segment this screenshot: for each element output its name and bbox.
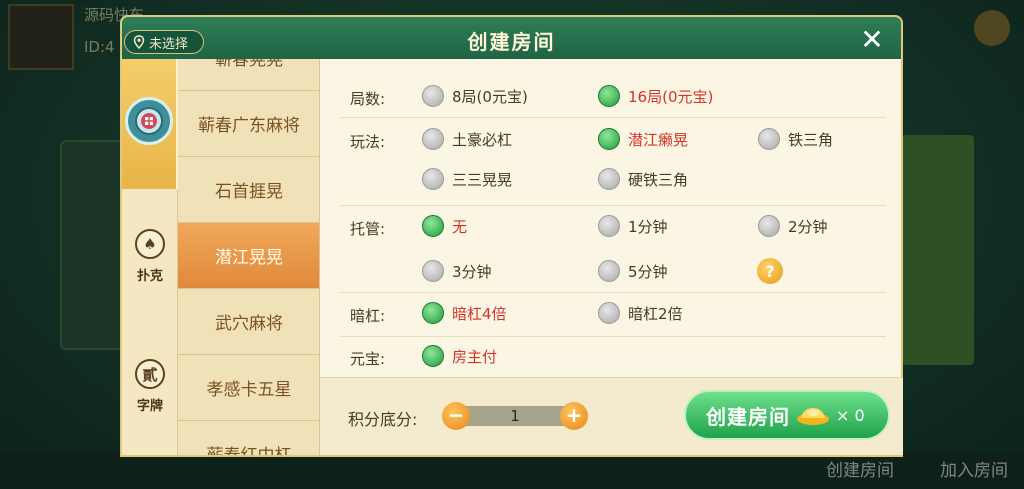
plus-button[interactable]: + xyxy=(560,402,588,430)
radio-checked-icon xyxy=(422,302,444,324)
game-item[interactable]: 蕲春红中杠 xyxy=(178,421,319,455)
rounds-option-16[interactable]: 16局(0元宝) xyxy=(598,85,713,107)
game-item[interactable]: 蕲春广东麻将 xyxy=(178,91,319,157)
tab-poker-label: 扑克 xyxy=(136,269,163,284)
radio-icon xyxy=(598,215,620,237)
radio-icon xyxy=(422,128,444,150)
hosting-option[interactable]: 2分钟 xyxy=(758,215,828,237)
hosting-label: 托管: xyxy=(350,220,386,238)
play-option[interactable]: 土豪必杠 xyxy=(422,128,512,150)
ingot-option[interactable]: 房主付 xyxy=(422,345,497,367)
divider xyxy=(340,205,886,206)
play-option[interactable]: 硬铁三角 xyxy=(598,168,688,190)
score-value: 1 xyxy=(464,406,566,426)
radio-icon xyxy=(422,260,444,282)
rounds-option-8[interactable]: 8局(0元宝) xyxy=(422,85,528,107)
hosting-option[interactable]: 3分钟 xyxy=(422,260,492,282)
dialog-body: ♠ 扑克 貳 字牌 蕲春晃晃 蕲春广东麻将 石首捱晃 潜江晃晃 武穴麻将 孝感卡… xyxy=(120,59,903,457)
dialog-footer: 积分底分: 1 − + 创建房间 × 0 xyxy=(320,377,903,455)
dialog-title: 创建房间 xyxy=(467,30,556,54)
help-icon[interactable]: ? xyxy=(757,258,783,284)
game-item-selected[interactable]: 潜江晃晃 xyxy=(178,223,319,289)
radio-icon xyxy=(422,168,444,190)
radio-icon xyxy=(598,260,620,282)
game-list: 蕲春晃晃 蕲春广东麻将 石首捱晃 潜江晃晃 武穴麻将 孝感卡五星 蕲春红中杠 xyxy=(178,59,320,455)
radio-icon xyxy=(758,128,780,150)
play-option[interactable]: 三三晃晃 xyxy=(422,168,512,190)
score-stepper: 1 − + xyxy=(442,402,588,430)
game-item[interactable]: 蕲春晃晃 xyxy=(178,59,319,91)
radio-icon xyxy=(598,168,620,190)
gold-ingot-icon xyxy=(797,408,829,425)
create-room-button[interactable]: 创建房间 × 0 xyxy=(684,390,890,440)
angang-option[interactable]: 暗杠4倍 xyxy=(422,302,507,324)
angang-option[interactable]: 暗杠2倍 xyxy=(598,302,683,324)
ingot-count: × 0 xyxy=(836,405,865,425)
category-tabs: ♠ 扑克 貳 字牌 xyxy=(122,59,178,455)
character-tile-icon: 貳 xyxy=(135,359,165,389)
close-icon: ✕ xyxy=(860,23,884,56)
create-room-dialog: 未选择 创建房间 ✕ ♠ 扑克 貳 字牌 蕲春晃晃 蕲春广东麻将 石首捱晃 潜江… xyxy=(120,15,903,457)
play-option[interactable]: 铁三角 xyxy=(758,128,833,150)
radio-icon xyxy=(758,215,780,237)
tab-poker[interactable]: ♠ 扑克 xyxy=(122,229,178,309)
play-option[interactable]: 潜江癞晃 xyxy=(598,128,688,150)
tab-mahjong[interactable] xyxy=(122,59,178,189)
hosting-option[interactable]: 1分钟 xyxy=(598,215,668,237)
divider xyxy=(340,117,886,118)
mahjong-badge-icon xyxy=(125,97,173,145)
ingot-label: 元宝: xyxy=(350,350,386,368)
spade-icon: ♠ xyxy=(135,229,165,259)
play-label: 玩法: xyxy=(350,133,386,151)
room-options: 局数: 8局(0元宝) 16局(0元宝) 玩法: 土豪必杠 潜江癞晃 铁三角 三… xyxy=(340,59,886,369)
game-item[interactable]: 孝感卡五星 xyxy=(178,355,319,421)
rounds-label: 局数: xyxy=(350,90,386,108)
radio-checked-icon xyxy=(598,128,620,150)
tab-zipai[interactable]: 貳 字牌 xyxy=(122,359,178,439)
score-label: 积分底分: xyxy=(348,410,418,429)
hosting-option[interactable]: 5分钟 xyxy=(598,260,668,282)
angang-label: 暗杠: xyxy=(350,307,386,325)
radio-checked-icon xyxy=(422,215,444,237)
tab-zipai-label: 字牌 xyxy=(136,399,163,414)
game-item[interactable]: 武穴麻将 xyxy=(178,289,319,355)
minus-button[interactable]: − xyxy=(442,402,470,430)
radio-icon xyxy=(422,85,444,107)
divider xyxy=(340,336,886,337)
close-button[interactable]: ✕ xyxy=(857,25,887,55)
game-item[interactable]: 石首捱晃 xyxy=(178,157,319,223)
create-room-label: 创建房间 xyxy=(706,404,790,429)
hosting-option[interactable]: 无 xyxy=(422,215,467,237)
dialog-title-bar: 未选择 创建房间 ✕ xyxy=(120,15,903,61)
radio-checked-icon xyxy=(422,345,444,367)
radio-checked-icon xyxy=(598,85,620,107)
divider xyxy=(340,292,886,293)
radio-icon xyxy=(598,302,620,324)
